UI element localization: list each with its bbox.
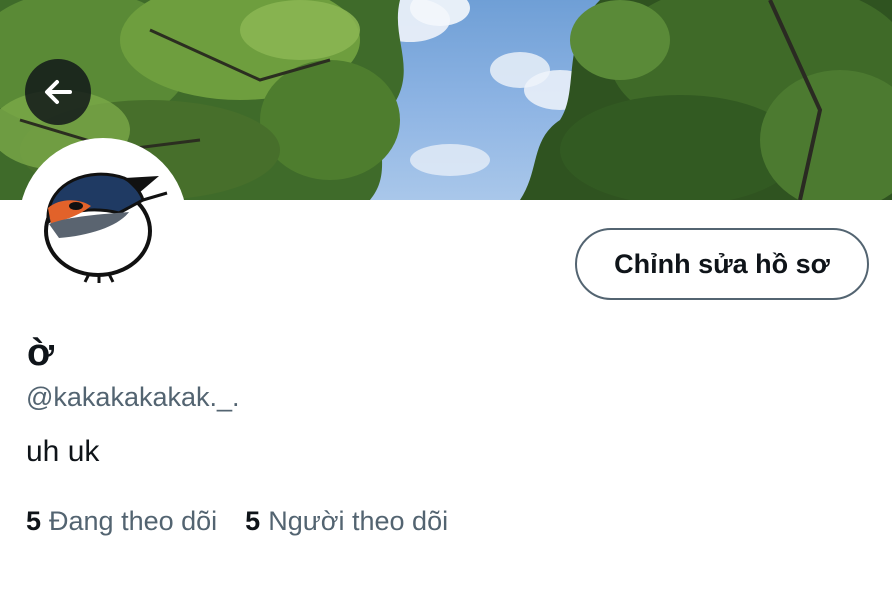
edit-profile-button[interactable]: Chỉnh sửa hồ sơ — [575, 228, 869, 300]
profile-bio: uh uk — [26, 435, 100, 468]
user-handle: @kakakakakak._. — [26, 382, 240, 412]
followers-count: 5 — [245, 506, 261, 536]
followers-link[interactable]: 5 Người theo dõi — [245, 504, 448, 538]
follow-stats: 5 Đang theo dõi 5 Người theo dõi — [26, 504, 448, 538]
avatar[interactable] — [19, 138, 187, 306]
following-link[interactable]: 5 Đang theo dõi — [26, 504, 217, 538]
swallow-bird-avatar-icon — [44, 172, 168, 283]
back-button[interactable] — [25, 59, 91, 125]
following-count: 5 — [26, 506, 42, 536]
display-name: ờ — [27, 332, 55, 374]
following-label: Đang theo dõi — [49, 506, 218, 536]
followers-label: Người theo dõi — [268, 506, 449, 536]
profile-page: Chỉnh sửa hồ sơ ờ @kakakakakak._. uh uk … — [0, 0, 892, 600]
arrow-left-icon — [45, 80, 72, 104]
